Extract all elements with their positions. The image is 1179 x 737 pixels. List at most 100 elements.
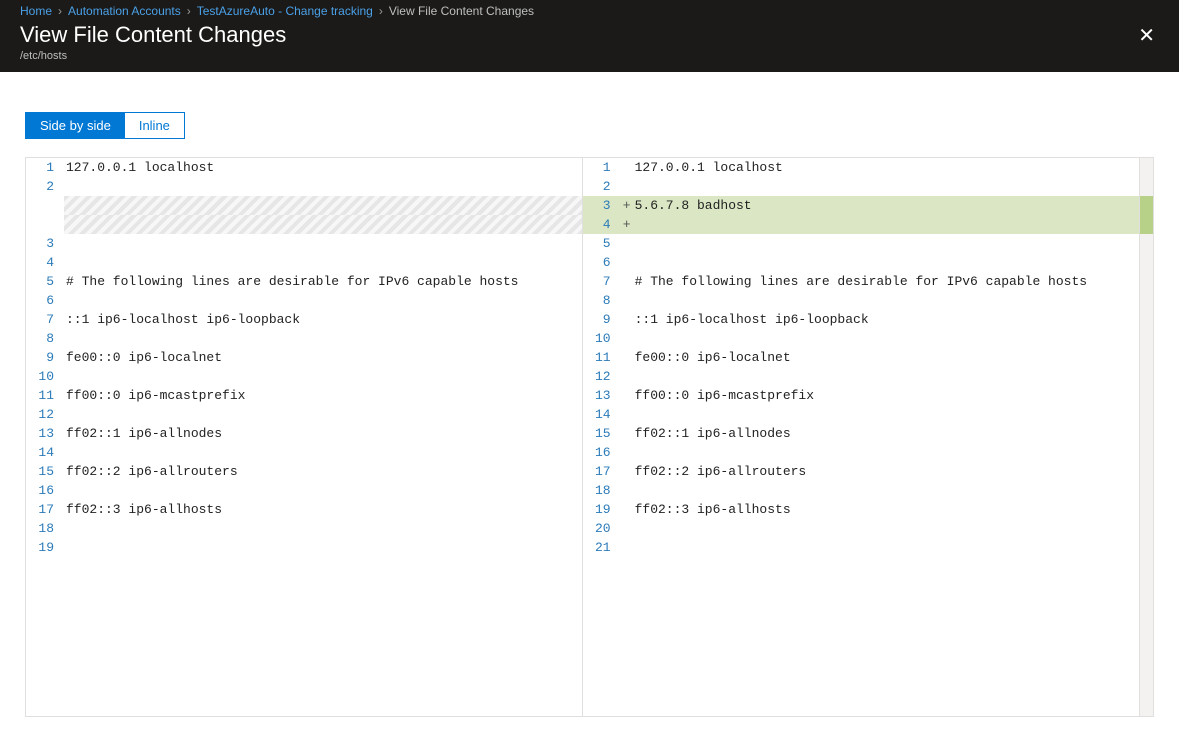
- line-number: 1: [26, 158, 64, 177]
- diff-line: [26, 215, 582, 234]
- chevron-right-icon: ›: [187, 4, 191, 18]
- breadcrumb-current: View File Content Changes: [389, 4, 534, 18]
- diff-line: 19ff02::3 ip6-allhosts: [583, 500, 1140, 519]
- line-content: ff02::1 ip6-allnodes: [64, 424, 582, 443]
- diff-viewer: 1127.0.0.1 localhost2345# The following …: [25, 157, 1154, 717]
- line-number: 17: [26, 500, 64, 519]
- line-number: 12: [583, 367, 621, 386]
- diff-line: 13ff00::0 ip6-mcastprefix: [583, 386, 1140, 405]
- diff-line: 4+: [583, 215, 1140, 234]
- diff-sign: [621, 538, 633, 557]
- diff-line: 20: [583, 519, 1140, 538]
- diff-line: 2: [26, 177, 582, 196]
- line-content: [64, 215, 582, 234]
- diff-line: 12: [26, 405, 582, 424]
- close-icon[interactable]: ✕: [1134, 22, 1159, 50]
- page-title: View File Content Changes: [20, 22, 286, 48]
- line-content: ff02::3 ip6-allhosts: [633, 500, 1140, 519]
- line-number: 4: [583, 215, 621, 234]
- diff-line: 11fe00::0 ip6-localnet: [583, 348, 1140, 367]
- line-number: 18: [583, 481, 621, 500]
- diff-sign: [621, 158, 633, 177]
- diff-line: 14: [583, 405, 1140, 424]
- line-number: 13: [26, 424, 64, 443]
- diff-sign: [621, 272, 633, 291]
- line-content: # The following lines are desirable for …: [633, 272, 1140, 291]
- line-number: 2: [26, 177, 64, 196]
- overview-ruler[interactable]: [1139, 158, 1153, 716]
- breadcrumb-home[interactable]: Home: [20, 4, 52, 18]
- diff-line: 1127.0.0.1 localhost: [583, 158, 1140, 177]
- line-content: ff02::2 ip6-allrouters: [64, 462, 582, 481]
- diff-sign: [621, 291, 633, 310]
- diff-line: 7::1 ip6-localhost ip6-loopback: [26, 310, 582, 329]
- line-number: [26, 196, 64, 215]
- line-content: [64, 538, 582, 557]
- line-number: [26, 215, 64, 234]
- diff-line: 15 ff02::1 ip6-allnodes: [583, 424, 1140, 443]
- line-content: ::1 ip6-localhost ip6-loopback: [64, 310, 582, 329]
- diff-line: 14: [26, 443, 582, 462]
- line-number: 14: [583, 405, 621, 424]
- line-content: 5.6.7.8 badhost: [633, 196, 1140, 215]
- line-content: [64, 196, 582, 215]
- line-number: 11: [583, 348, 621, 367]
- line-content: [633, 329, 1140, 348]
- diff-pane-original[interactable]: 1127.0.0.1 localhost2345# The following …: [26, 158, 583, 716]
- line-content: [64, 234, 582, 253]
- diff-sign: [621, 177, 633, 196]
- line-number: 8: [26, 329, 64, 348]
- line-number: 12: [26, 405, 64, 424]
- diff-line: 19: [26, 538, 582, 557]
- line-number: 4: [26, 253, 64, 272]
- diff-sign: [621, 519, 633, 538]
- line-content: ff02::1 ip6-allnodes: [633, 424, 1140, 443]
- diff-line: 2: [583, 177, 1140, 196]
- line-content: [633, 538, 1140, 557]
- inline-button[interactable]: Inline: [125, 113, 184, 138]
- line-content: [64, 443, 582, 462]
- line-number: 10: [26, 367, 64, 386]
- diff-line: 16: [583, 443, 1140, 462]
- diff-pane-modified[interactable]: 1127.0.0.1 localhost23+5.6.7.8 badhost4+…: [583, 158, 1140, 716]
- line-content: [633, 481, 1140, 500]
- diff-sign: [621, 405, 633, 424]
- diff-line: 1127.0.0.1 localhost: [26, 158, 582, 177]
- line-number: 16: [583, 443, 621, 462]
- line-content: [633, 177, 1140, 196]
- diff-sign: [621, 481, 633, 500]
- diff-line: 18: [26, 519, 582, 538]
- diff-line: 15ff02::2 ip6-allrouters: [26, 462, 582, 481]
- diff-sign: +: [621, 196, 633, 215]
- line-content: ff00::0 ip6-mcastprefix: [64, 386, 582, 405]
- diff-line: 8: [583, 291, 1140, 310]
- line-number: 9: [583, 310, 621, 329]
- line-content: [64, 405, 582, 424]
- line-number: 7: [583, 272, 621, 291]
- view-mode-toggle: Side by side Inline: [25, 112, 185, 139]
- line-number: 10: [583, 329, 621, 348]
- breadcrumb-automation-accounts[interactable]: Automation Accounts: [68, 4, 181, 18]
- diff-line: 9fe00::0 ip6-localnet: [26, 348, 582, 367]
- line-number: 9: [26, 348, 64, 367]
- line-number: 15: [583, 424, 621, 443]
- line-content: [633, 253, 1140, 272]
- diff-line: 10: [583, 329, 1140, 348]
- line-content: [633, 234, 1140, 253]
- line-content: [64, 291, 582, 310]
- line-content: [633, 291, 1140, 310]
- breadcrumb-change-tracking[interactable]: TestAzureAuto - Change tracking: [197, 4, 373, 18]
- overview-change-marker: [1140, 196, 1153, 234]
- diff-line: 12: [583, 367, 1140, 386]
- line-number: 7: [26, 310, 64, 329]
- diff-line: 6: [26, 291, 582, 310]
- side-by-side-button[interactable]: Side by side: [26, 113, 125, 138]
- diff-line: 3+5.6.7.8 badhost: [583, 196, 1140, 215]
- line-number: 14: [26, 443, 64, 462]
- diff-sign: [621, 310, 633, 329]
- line-number: 20: [583, 519, 621, 538]
- line-content: ff02::2 ip6-allrouters: [633, 462, 1140, 481]
- line-number: 6: [26, 291, 64, 310]
- diff-sign: [621, 424, 633, 443]
- breadcrumb: Home › Automation Accounts › TestAzureAu…: [0, 0, 1179, 20]
